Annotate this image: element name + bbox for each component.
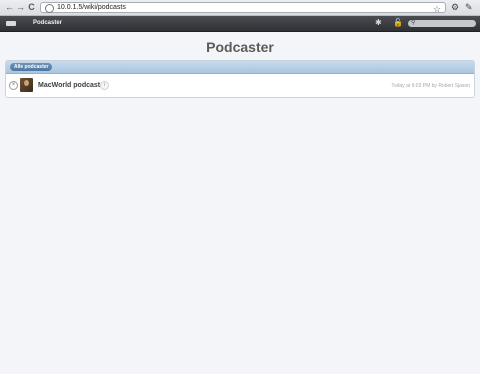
page-title: Podcaster <box>206 39 274 55</box>
podcast-thumbnail <box>20 78 33 92</box>
gear-icon[interactable]: ✱ <box>375 17 382 29</box>
wiki-header: Podcaster ✱ 🔓 ⚲ <box>0 16 480 32</box>
lock-icon[interactable]: 🔓 <box>393 17 403 29</box>
search-icon: ⚲ <box>411 20 416 26</box>
star-icon[interactable]: ☆ <box>433 4 441 14</box>
forward-icon[interactable]: → <box>15 2 26 13</box>
address-bar[interactable]: 10.0.1.5/wiki/podcasts ☆ <box>40 2 446 14</box>
item-meta: Today at 9:03 PM by Robert Sjason <box>391 83 470 89</box>
wiki-section-title[interactable]: Podcaster <box>33 18 62 28</box>
browser-toolbar: ← → C 10.0.1.5/wiki/podcasts ☆ ⚙ ✎ <box>0 0 480 16</box>
wrench-icon[interactable]: ✎ <box>465 1 473 13</box>
back-icon[interactable]: ← <box>4 2 15 13</box>
page-menu-icon[interactable]: ⚙ <box>451 1 459 13</box>
search-input[interactable]: ⚲ <box>408 20 476 27</box>
podcast-panel: Alle podcaster × MacWorld podcast i Toda… <box>5 60 475 98</box>
reload-icon[interactable]: C <box>26 2 37 13</box>
panel-header: Alle podcaster <box>6 61 474 74</box>
item-title[interactable]: MacWorld podcast <box>38 81 100 91</box>
tag-filter-pill[interactable]: Alle podcaster <box>10 63 53 71</box>
info-icon[interactable]: i <box>100 81 109 90</box>
close-icon[interactable]: × <box>9 81 18 90</box>
url-text: 10.0.1.5/wiki/podcasts <box>57 4 126 11</box>
globe-icon <box>45 4 54 13</box>
wiki-logo[interactable] <box>6 21 16 26</box>
list-item[interactable]: × MacWorld podcast i Today at 9:03 PM by… <box>6 74 474 97</box>
